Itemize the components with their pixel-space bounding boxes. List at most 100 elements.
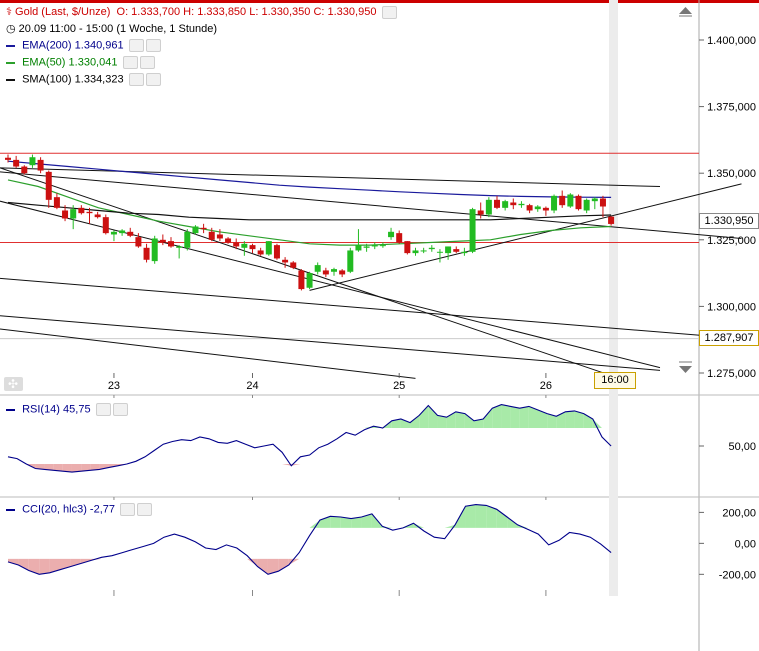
candle-body bbox=[13, 159, 20, 167]
cci-tick-label: 200,00 bbox=[722, 507, 756, 519]
candle-body bbox=[306, 273, 313, 288]
ema200-remove-icon[interactable] bbox=[145, 39, 161, 52]
rsi-remove-icon[interactable] bbox=[112, 403, 128, 416]
cci-edit-icon[interactable] bbox=[120, 503, 136, 516]
candle-body bbox=[216, 234, 223, 239]
rsi-overbought-fill bbox=[510, 406, 520, 428]
ema50-edit-icon[interactable] bbox=[122, 56, 138, 69]
sma100-swatch bbox=[6, 78, 15, 81]
candle-body bbox=[453, 249, 460, 252]
candle-body bbox=[298, 270, 305, 290]
candle-body bbox=[420, 250, 427, 252]
candle-body bbox=[534, 206, 541, 210]
candle-body bbox=[29, 157, 36, 166]
rsi-overbought-fill bbox=[501, 404, 511, 428]
svg-text:✣: ✣ bbox=[8, 377, 18, 391]
legend-cci[interactable]: CCI(20, hlc3) -2,77 bbox=[6, 503, 153, 516]
settings-icon[interactable] bbox=[381, 5, 397, 19]
candle-body bbox=[502, 201, 509, 208]
candle-body bbox=[241, 243, 248, 248]
cci-swatch bbox=[6, 508, 15, 511]
rsi-overbought-fill bbox=[455, 411, 465, 428]
cci-remove-icon[interactable] bbox=[137, 503, 153, 516]
sma100-value: 1.334,323 bbox=[74, 73, 124, 86]
candle-body bbox=[412, 250, 419, 254]
ema200-label: EMA(200) bbox=[22, 39, 72, 52]
legend-ema50[interactable]: EMA(50) 1.330,041 bbox=[6, 56, 155, 69]
legend-title: ⚕ Gold (Last, $/Unze) O: 1.333,700 H: 1.… bbox=[6, 5, 397, 19]
cci-oversold-fill bbox=[39, 558, 50, 575]
candle-body bbox=[461, 251, 468, 254]
ema50-label: EMA(50) bbox=[22, 56, 66, 69]
candle-body bbox=[494, 199, 500, 208]
rsi-overbought-fill bbox=[519, 406, 529, 428]
candle-body bbox=[151, 238, 158, 262]
legend-rsi[interactable]: RSI(14) 45,75 bbox=[6, 403, 128, 416]
candle-body bbox=[518, 203, 525, 206]
sma100-edit-icon[interactable] bbox=[128, 73, 144, 86]
candle-body bbox=[542, 207, 549, 211]
candle-body bbox=[445, 246, 452, 254]
candle-body bbox=[371, 245, 378, 247]
candle-body bbox=[208, 231, 215, 240]
candle-body bbox=[273, 245, 280, 259]
cci-tick-label: -200,00 bbox=[719, 569, 756, 581]
period-text: 20.09 11:00 - 15:00 (1 Woche, 1 Stunde) bbox=[18, 23, 218, 35]
candle-body bbox=[599, 198, 606, 207]
candle-body bbox=[510, 202, 517, 206]
candle-body bbox=[436, 251, 443, 253]
candle-body bbox=[192, 226, 199, 234]
rsi-value: 45,75 bbox=[63, 403, 91, 416]
x-tick-label: 24 bbox=[246, 380, 258, 392]
cci-overbought-fill bbox=[465, 504, 476, 528]
y-tick-label: 1.375,000 bbox=[707, 102, 756, 114]
candle-icon: ⚕ bbox=[6, 6, 12, 18]
candle-body bbox=[551, 195, 558, 211]
candle-body bbox=[567, 194, 574, 207]
legend-ema200[interactable]: EMA(200) 1.340,961 bbox=[6, 39, 161, 52]
candle-body bbox=[21, 166, 28, 174]
rsi-overbought-fill bbox=[565, 410, 575, 428]
candle-body bbox=[110, 231, 117, 235]
candle-body bbox=[282, 259, 289, 263]
y-tick-label: 1.300,000 bbox=[707, 301, 756, 313]
candle-body bbox=[70, 209, 77, 219]
candle-body bbox=[233, 242, 240, 247]
candle-body bbox=[404, 241, 411, 254]
sma100-remove-icon[interactable] bbox=[145, 73, 161, 86]
y-tick-label: 1.325,000 bbox=[707, 235, 756, 247]
clock-icon: ◷ bbox=[6, 23, 16, 35]
x-tick-label: 25 bbox=[393, 380, 405, 392]
legend-sma100[interactable]: SMA(100) 1.334,323 bbox=[6, 73, 161, 86]
ema200-value: 1.340,961 bbox=[74, 39, 124, 52]
candle-body bbox=[135, 237, 142, 247]
y-tick-label: 1.350,000 bbox=[707, 168, 756, 180]
x-tick-label: 23 bbox=[108, 380, 120, 392]
candle-body bbox=[249, 245, 256, 250]
candle-body bbox=[388, 231, 395, 238]
candle-body bbox=[485, 199, 492, 215]
candle-body bbox=[363, 246, 370, 248]
candle-body bbox=[184, 231, 191, 248]
candle-body bbox=[78, 207, 85, 214]
x-tick-label: 26 bbox=[540, 380, 552, 392]
candle-body bbox=[314, 265, 321, 272]
ema50-value: 1.330,041 bbox=[68, 56, 118, 69]
candle-body bbox=[37, 159, 44, 171]
crosshair-icon[interactable]: ✣ bbox=[4, 377, 23, 391]
ema200-edit-icon[interactable] bbox=[128, 39, 144, 52]
candle-body bbox=[127, 231, 134, 236]
rsi-swatch bbox=[6, 408, 15, 411]
candle-body bbox=[159, 239, 166, 243]
candle-body bbox=[102, 217, 109, 234]
candle-body bbox=[290, 262, 297, 268]
candle-body bbox=[331, 269, 337, 272]
ema50-remove-icon[interactable] bbox=[139, 56, 155, 69]
ema50-swatch bbox=[6, 61, 15, 64]
rsi-edit-icon[interactable] bbox=[95, 403, 111, 416]
candle-body bbox=[355, 245, 362, 251]
candle-body bbox=[559, 195, 566, 206]
legend-period: ◷ 20.09 11:00 - 15:00 (1 Woche, 1 Stunde… bbox=[6, 22, 217, 35]
candle-body bbox=[339, 270, 346, 275]
y-tick-label: 1.275,000 bbox=[707, 368, 756, 380]
